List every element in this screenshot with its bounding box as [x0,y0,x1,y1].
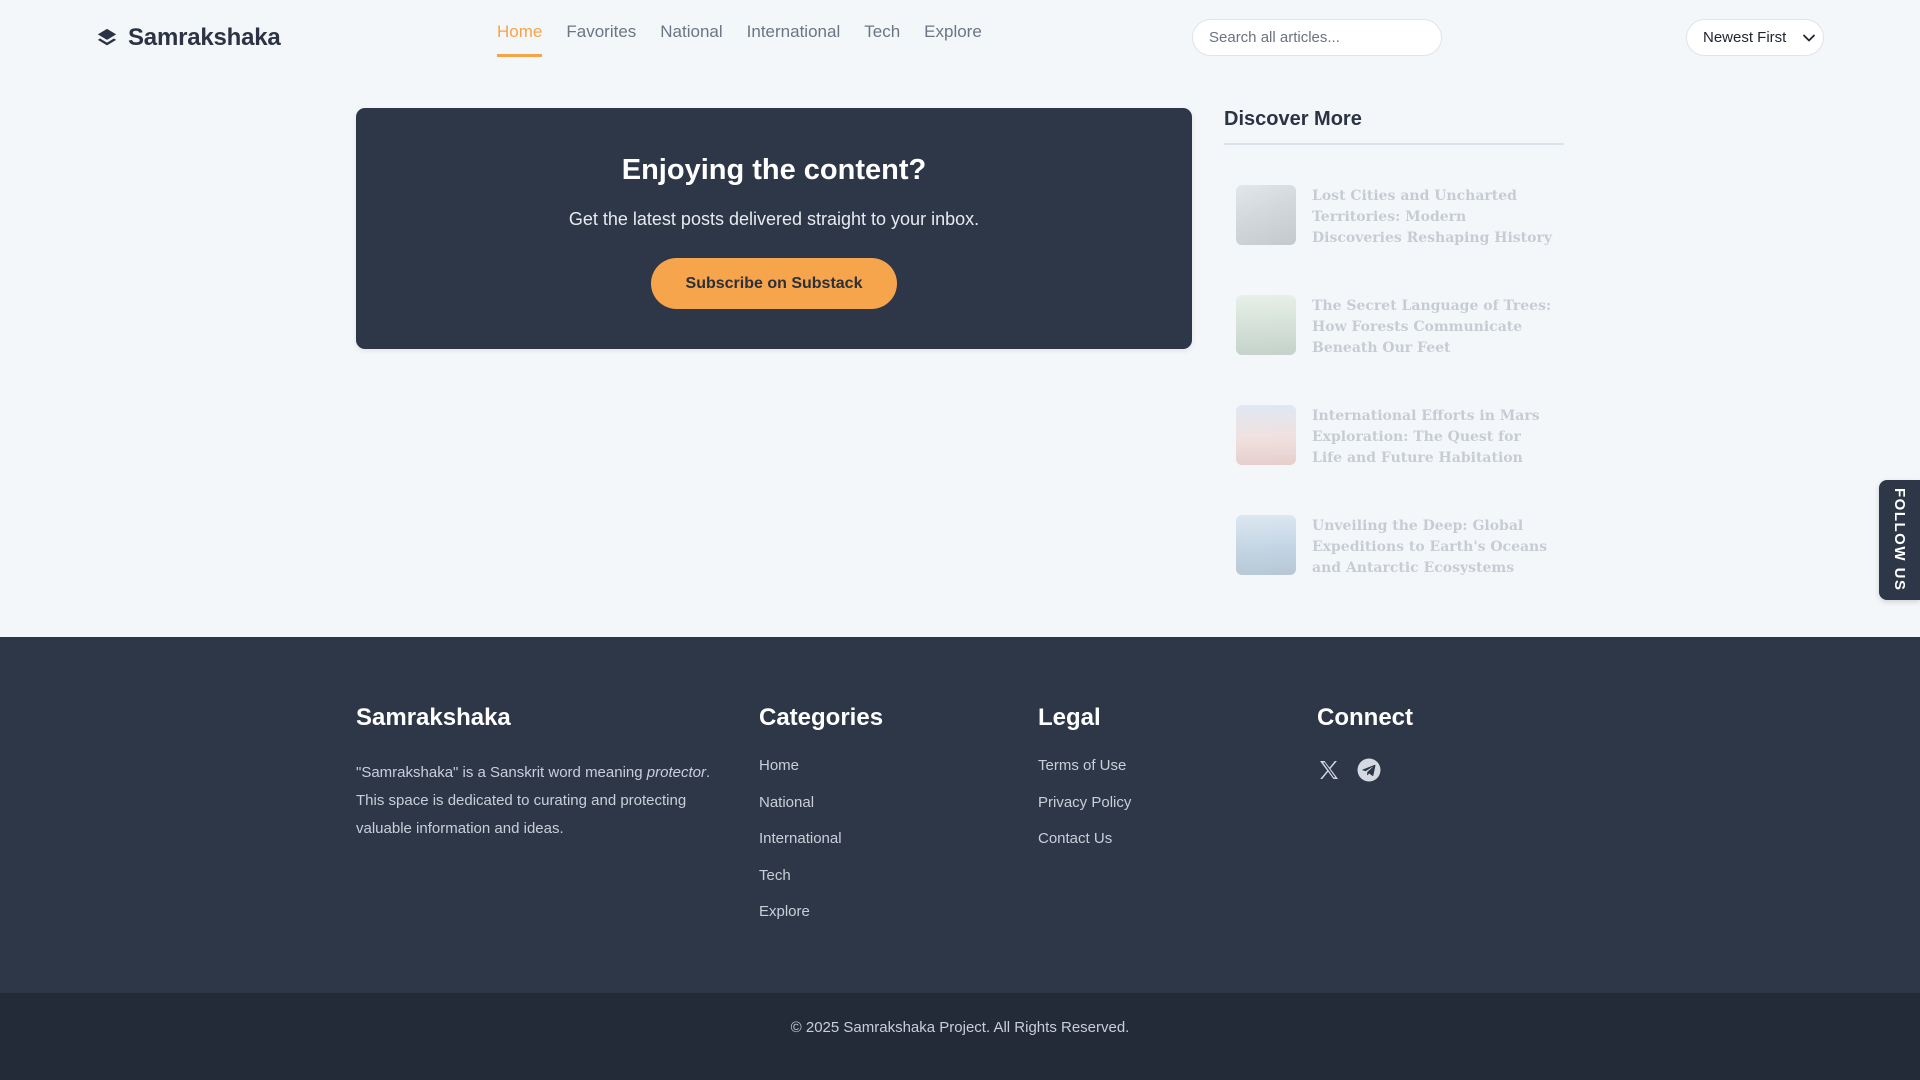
nav-item-national[interactable]: National [660,22,722,57]
footer-link-explore[interactable]: Explore [759,903,883,940]
chevron-down-icon [1803,34,1816,41]
subscribe-button[interactable]: Subscribe on Substack [651,258,897,309]
nav-item-explore[interactable]: Explore [924,22,982,57]
footer-link-home[interactable]: Home [759,757,883,794]
discover-item[interactable]: International Efforts in Mars Exploratio… [1224,391,1564,481]
footer-about: Samrakshaka "Samrakshaka" is a Sanskrit … [356,704,736,843]
discover-item-title: The Secret Language of Trees: How Forest… [1312,298,1552,356]
search-input[interactable] [1209,29,1441,46]
footer-legal-heading: Legal [1038,704,1101,731]
nav-item-tech[interactable]: Tech [864,22,900,57]
footer-link-national[interactable]: National [759,794,883,831]
nav-item-home[interactable]: Home [497,22,543,57]
article-thumbnail [1236,295,1296,355]
telegram-icon[interactable] [1357,758,1381,782]
footer-legal: Legal Terms of Use Privacy Policy Contac… [1038,704,1131,867]
article-thumbnail [1236,515,1296,575]
follow-us-tab[interactable]: FOLLOW US [1879,480,1920,600]
nav-item-favorites[interactable]: Favorites [566,22,636,57]
x-twitter-icon[interactable] [1317,758,1341,782]
article-thumbnail [1236,185,1296,245]
discover-title: Discover More [1224,108,1564,145]
article-thumbnail [1236,405,1296,465]
footer-link-terms[interactable]: Terms of Use [1038,757,1131,794]
footer-legal-list: Terms of Use Privacy Policy Contact Us [1038,757,1131,867]
footer-categories: Categories Home National International T… [759,704,883,940]
footer-link-tech[interactable]: Tech [759,867,883,904]
footer-bottom-bar: © 2025 Samrakshaka Project. All Rights R… [0,993,1920,1080]
site-header: Samrakshaka Home Favorites National Inte… [0,0,1920,75]
main-nav: Home Favorites National International Te… [497,22,982,57]
brand-name: Samrakshaka [128,24,281,51]
footer-categories-list: Home National International Tech Explore [759,757,883,940]
social-links [1317,758,1413,782]
footer-link-privacy[interactable]: Privacy Policy [1038,794,1131,831]
follow-us-label: FOLLOW US [1891,488,1908,592]
copyright-text: © 2025 Samrakshaka Project. All Rights R… [790,1019,1130,1036]
footer-about-text: "Samrakshaka" is a Sanskrit word meaning… [356,764,711,837]
footer-connect: Connect [1317,704,1413,782]
nav-item-international[interactable]: International [747,22,841,57]
footer-about-heading: Samrakshaka [356,704,511,731]
discover-item-title: Lost Cities and Uncharted Territories: M… [1312,188,1552,246]
discover-more-panel: Discover More Lost Cities and Uncharted … [1224,108,1564,576]
sort-dropdown[interactable]: Newest First [1686,19,1824,56]
discover-item[interactable]: Lost Cities and Uncharted Territories: M… [1224,171,1564,261]
site-footer: Samrakshaka "Samrakshaka" is a Sanskrit … [0,637,1920,993]
footer-connect-heading: Connect [1317,704,1413,731]
subscribe-title: Enjoying the content? [621,154,927,186]
footer-link-contact[interactable]: Contact Us [1038,830,1131,867]
discover-item[interactable]: The Secret Language of Trees: How Forest… [1224,281,1564,371]
search-box [1192,19,1442,56]
sort-selected-value: Newest First [1703,29,1787,46]
discover-item-title: International Efforts in Mars Exploratio… [1312,408,1540,466]
discover-item[interactable]: Unveiling the Deep: Global Expeditions t… [1224,501,1564,591]
footer-link-international[interactable]: International [759,830,883,867]
subscribe-card: Enjoying the content? Get the latest pos… [356,108,1192,349]
layers-icon [97,28,117,46]
logo[interactable]: Samrakshaka [96,22,281,54]
subscribe-text: Get the latest posts delivered straight … [568,209,980,229]
discover-item-title: Unveiling the Deep: Global Expeditions t… [1312,518,1548,576]
footer-categories-heading: Categories [759,704,884,731]
